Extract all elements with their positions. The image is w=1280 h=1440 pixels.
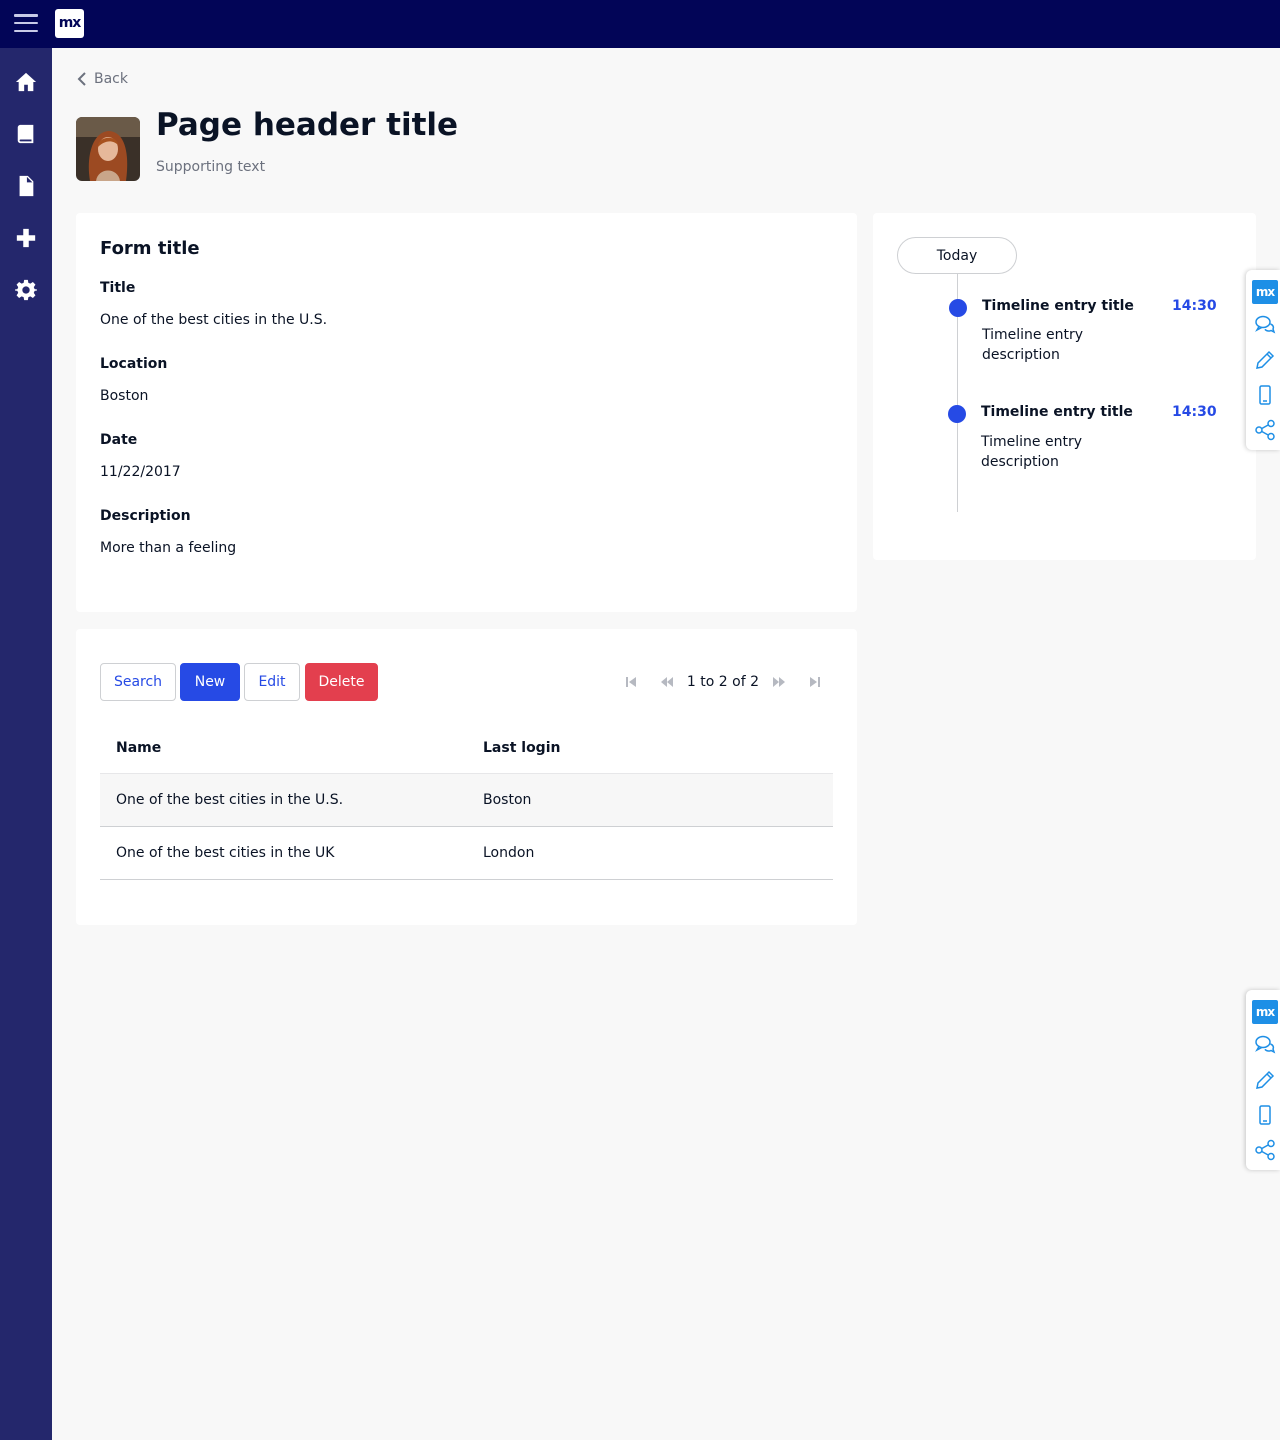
next-page-button[interactable] <box>761 664 797 700</box>
field-label: Title <box>100 280 136 296</box>
delete-button[interactable]: Delete <box>305 663 378 701</box>
timeline-entry-time: 14:30 <box>1172 404 1217 420</box>
new-button[interactable]: New <box>180 663 240 701</box>
previous-page-icon <box>660 677 673 687</box>
table-cell: London <box>467 826 833 880</box>
form-title: Form title <box>100 238 200 259</box>
field-description: Description More than a feeling <box>100 506 833 558</box>
chat-icon[interactable] <box>1254 1034 1276 1056</box>
pager: 1 to 2 of 2 <box>613 663 833 701</box>
page-subtitle: Supporting text <box>156 159 266 175</box>
back-link[interactable]: Back <box>76 71 128 87</box>
form-card: Form title Title One of the best cities … <box>76 213 857 612</box>
timeline-dot <box>948 405 966 423</box>
dock-logo[interactable]: mx <box>1252 1000 1278 1024</box>
back-label: Back <box>94 71 128 87</box>
first-page-button[interactable] <box>613 664 649 700</box>
field-label: Description <box>100 508 191 524</box>
page-title: Page header title <box>156 107 459 143</box>
home-icon <box>15 72 37 92</box>
field-value: More than a feeling <box>100 540 237 556</box>
last-page-button[interactable] <box>797 664 833 700</box>
timeline-entry-description: Timeline entry description <box>981 434 1082 470</box>
search-button[interactable]: Search <box>100 663 176 701</box>
mobile-icon[interactable] <box>1254 1104 1276 1126</box>
mendix-dock: mx <box>1246 270 1280 450</box>
edit-button[interactable]: Edit <box>244 663 300 701</box>
table-header-row: Name Last login <box>100 723 833 774</box>
grid-toolbar: Search New Edit Delete 1 to 2 of 2 <box>100 663 833 701</box>
field-value: 11/22/2017 <box>100 464 181 480</box>
plus-icon <box>16 228 36 248</box>
data-grid-table: Name Last login One of the best cities i… <box>100 723 833 880</box>
first-page-icon <box>625 677 636 687</box>
top-bar: mx <box>0 0 1280 48</box>
field-value: Boston <box>100 388 149 404</box>
data-grid-card: Search New Edit Delete 1 to 2 of 2 Name … <box>76 629 857 925</box>
timeline-entry-time: 14:30 <box>1172 298 1217 314</box>
sidebar-item-home[interactable] <box>0 56 52 108</box>
share-icon[interactable] <box>1254 1139 1276 1161</box>
book-icon <box>17 124 34 144</box>
mendix-dock: mx <box>1246 990 1280 1170</box>
column-header-last-login[interactable]: Last login <box>467 723 833 774</box>
timeline-dot <box>949 299 967 317</box>
sidebar-item-book[interactable] <box>0 108 52 160</box>
hamburger-menu-icon[interactable] <box>14 14 38 34</box>
field-date: Date 11/22/2017 <box>100 430 833 482</box>
field-label: Date <box>100 432 138 448</box>
timeline-entry-title: Timeline entry title <box>982 298 1134 314</box>
next-page-icon <box>773 677 785 687</box>
timeline-card: Today Timeline entry title 14:30 Timelin… <box>873 213 1256 560</box>
mobile-icon[interactable] <box>1254 384 1276 406</box>
table-cell: One of the best cities in the UK <box>100 826 467 880</box>
table-row[interactable]: One of the best cities in the UK London <box>100 826 833 880</box>
field-location: Location Boston <box>100 354 833 406</box>
field-value: One of the best cities in the U.S. <box>100 312 328 328</box>
share-icon[interactable] <box>1254 419 1276 441</box>
previous-page-button[interactable] <box>649 664 685 700</box>
timeline-header-today: Today <box>897 237 1017 274</box>
table-cell: Boston <box>467 773 833 827</box>
timeline-entry-title: Timeline entry title <box>981 404 1133 420</box>
gear-icon <box>15 279 37 301</box>
pencil-icon[interactable] <box>1254 1069 1276 1091</box>
sidebar <box>0 48 52 1440</box>
table-row[interactable]: One of the best cities in the U.S. Bosto… <box>100 773 833 827</box>
field-label: Location <box>100 356 168 372</box>
sidebar-item-settings[interactable] <box>0 264 52 316</box>
chat-icon[interactable] <box>1254 314 1276 336</box>
sidebar-item-document[interactable] <box>0 160 52 212</box>
pager-status: 1 to 2 of 2 <box>686 674 759 690</box>
sidebar-item-add[interactable] <box>0 212 52 264</box>
pencil-icon[interactable] <box>1254 349 1276 371</box>
avatar <box>76 117 140 181</box>
table-cell: One of the best cities in the U.S. <box>100 773 467 827</box>
chevron-left-icon <box>77 72 86 86</box>
document-icon <box>19 175 34 197</box>
timeline-entry-description: Timeline entry description <box>982 327 1083 363</box>
column-header-name[interactable]: Name <box>100 723 467 774</box>
field-title: Title One of the best cities in the U.S. <box>100 278 833 330</box>
mendix-logo[interactable]: mx <box>55 9 84 38</box>
last-page-icon <box>810 677 820 687</box>
dock-logo[interactable]: mx <box>1252 280 1278 304</box>
